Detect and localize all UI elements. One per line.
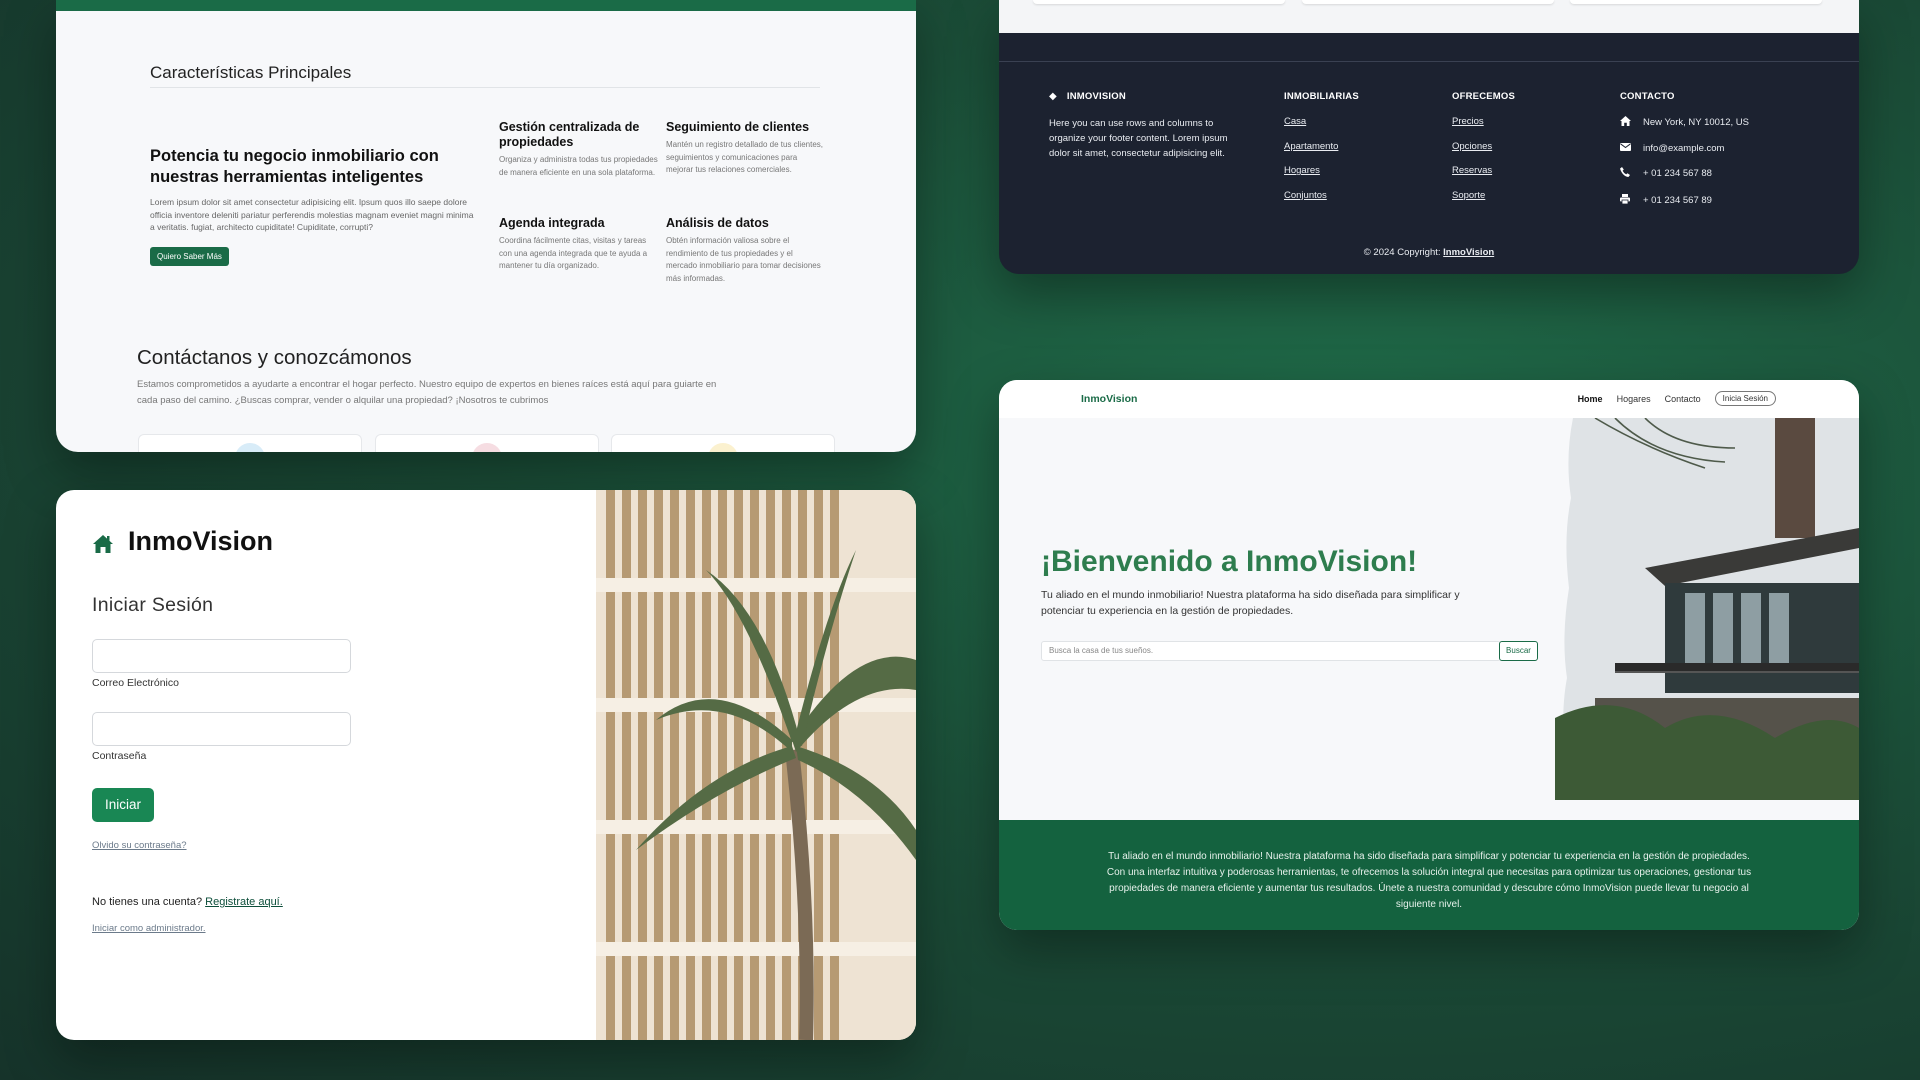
nav-links: Home Hogares Contacto Inicia Sesión [1564,391,1776,406]
contact-card-icon [472,443,502,452]
footer-column-inmobiliarias: INMOBILIARIAS Casa Apartamento Hogares C… [1284,91,1359,214]
modern-house-photo [1555,418,1859,800]
search-button[interactable]: Buscar [1499,641,1538,661]
footer-brand-column: ◆ INMOVISION Here you can use rows and c… [1049,91,1249,161]
register-link[interactable]: Registrate aquí. [205,896,283,908]
login-title: Iniciar Sesión [92,594,214,616]
nav-contacto[interactable]: Contacto [1665,394,1701,404]
contact-card[interactable] [138,434,362,452]
features-panel: Características Principales Potencia tu … [56,0,916,452]
footer-brand-label: INMOVISION [1066,91,1126,102]
contact-card[interactable] [611,434,835,452]
feature-title: Seguimiento de clientes [666,120,810,134]
top-card-edge [1302,0,1554,4]
section-divider [150,87,820,88]
feature-item: Gestión centralizada de propiedades Orga… [499,120,659,179]
navbar: InmoVision Home Hogares Contacto Inicia … [999,380,1859,418]
contact-email: info@example.com [1620,142,1749,154]
search-input[interactable]: Busca la casa de tus sueños. [1041,641,1501,661]
home-panel: InmoVision Home Hogares Contacto Inicia … [999,380,1859,930]
footer-link-opciones[interactable]: Opciones [1452,141,1515,152]
contact-fax-text: + 01 234 567 89 [1643,194,1712,206]
password-field[interactable] [92,712,351,746]
copyright-text: © 2024 Copyright: [1363,247,1444,258]
footer-column-contacto: CONTACTO New York, NY 10012, US info@exa… [1620,91,1749,220]
footer-divider [999,61,1859,62]
house-icon [92,531,114,553]
copyright-link[interactable]: InmoVision [1443,247,1494,258]
welcome-title: ¡Bienvenido a InmoVision! [1041,545,1418,578]
contact-phone-text[interactable]: + 01 234 567 88 [1643,168,1712,179]
footer-link-apartamento[interactable]: Apartamento [1284,141,1359,152]
footer-column-title: CONTACTO [1620,91,1675,102]
phone-icon [1620,167,1632,180]
footer-link-soporte[interactable]: Soporte [1452,190,1515,201]
login-panel: InmoVision Iniciar Sesión Correo Electró… [56,490,916,1040]
footer-link-conjuntos[interactable]: Conjuntos [1284,190,1359,201]
footer-column-title: OFRECEMOS [1452,91,1516,102]
contact-heading: Contáctanos y conozcámonos [137,346,412,369]
building-palm-photo [596,490,916,1040]
footer-link-casa[interactable]: Casa [1284,116,1359,127]
contact-phone: + 01 234 567 88 [1620,167,1749,180]
admin-login-link[interactable]: Iniciar como administrador. [92,923,206,934]
hero-heading: Potencia tu negocio inmobiliario con nue… [150,147,439,186]
footer-column-title: INMOBILIARIAS [1284,91,1359,102]
contact-card-icon [235,443,265,452]
gem-icon: ◆ [1049,91,1057,102]
learn-more-button[interactable]: Quiero Saber Más [150,247,229,266]
contact-fax: + 01 234 567 89 [1620,193,1749,207]
feature-item: Agenda integrada Coordina fácilmente cit… [499,216,659,273]
feature-text: Mantén un registro detallado de tus clie… [666,140,823,174]
brand: InmoVision [92,526,273,557]
feature-text: Obtén información valiosa sobre el rendi… [666,236,821,283]
contact-text: Estamos comprometidos a ayudarte a encon… [137,379,717,406]
brand-name: InmoVision [128,526,274,556]
feature-title: Gestión centralizada de propiedades [499,120,640,149]
top-accent-bar [56,0,916,11]
password-label: Contraseña [92,750,147,762]
feature-item: Seguimiento de clientes Mantén un regist… [666,120,826,177]
envelope-icon [1620,142,1632,154]
feature-title: Análisis de datos [666,216,769,230]
about-band: Tu aliado en el mundo inmobiliario! Nues… [999,820,1859,930]
register-prompt-text: No tienes una cuenta? [92,896,206,908]
footer-link-hogares[interactable]: Hogares [1284,165,1359,176]
login-button[interactable]: Iniciar [92,788,154,822]
home-icon [1620,116,1632,129]
footer-top-strip [999,0,1859,33]
contact-card[interactable] [375,434,599,452]
feature-title: Agenda integrada [499,216,605,230]
contact-address-text: New York, NY 10012, US [1643,117,1749,128]
navbar-logo[interactable]: InmoVision [1081,393,1137,405]
feature-text: Coordina fácilmente citas, visitas y tar… [499,236,648,270]
footer-brand: ◆ INMOVISION [1049,91,1249,102]
hero-text: Lorem ipsum dolor sit amet consectetur a… [150,197,474,232]
contact-email-text[interactable]: info@example.com [1643,143,1724,154]
feature-text: Organiza y administra todas tus propieda… [499,155,658,177]
feature-item: Análisis de datos Obtén información vali… [666,216,826,285]
footer-link-precios[interactable]: Precios [1452,116,1515,127]
top-card-edge [1033,0,1285,4]
footer-column-ofrecemos: OFRECEMOS Precios Opciones Reservas Sopo… [1452,91,1515,214]
copyright: © 2024 Copyright: InmoVision [999,247,1859,258]
top-card-edge [1570,0,1822,4]
footer-link-reservas[interactable]: Reservas [1452,165,1515,176]
forgot-password-link[interactable]: Olvido su contraseña? [92,840,187,851]
contact-card-icon [708,443,738,452]
login-pill-button[interactable]: Inicia Sesión [1714,391,1776,406]
contact-address: New York, NY 10012, US [1620,116,1749,129]
section-title: Características Principales [150,63,352,82]
register-prompt: No tienes una cuenta? Registrate aquí. [92,896,283,908]
nav-hogares[interactable]: Hogares [1617,394,1651,404]
welcome-subtitle: Tu aliado en el mundo inmobiliario! Nues… [1041,589,1460,617]
email-label: Correo Electrónico [92,677,179,689]
nav-home[interactable]: Home [1578,394,1603,404]
footer-panel: ◆ INMOVISION Here you can use rows and c… [999,0,1859,274]
print-icon [1620,193,1632,207]
about-text: Tu aliado en el mundo inmobiliario! Nues… [1106,851,1752,910]
email-field[interactable] [92,639,351,673]
footer-description: Here you can use rows and columns to org… [1049,118,1228,159]
